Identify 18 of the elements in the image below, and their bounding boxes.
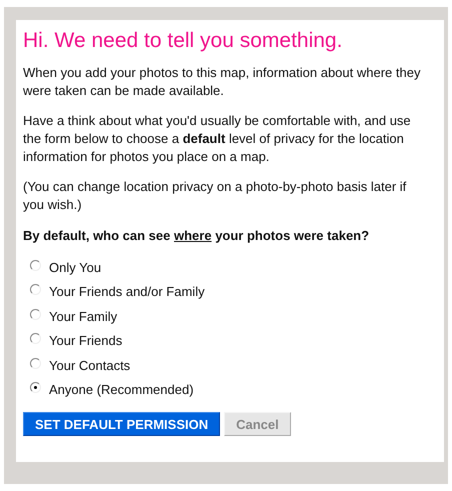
option-label[interactable]: Your Family bbox=[49, 308, 118, 324]
set-permission-button[interactable]: SET DEFAULT PERMISSION bbox=[23, 412, 220, 436]
option-label[interactable]: Your Friends and/or Family bbox=[49, 284, 205, 300]
option-label[interactable]: Only You bbox=[49, 260, 102, 275]
question: By default, who can see where your photos were taken? bbox=[23, 227, 370, 245]
option-label[interactable]: Your Contacts bbox=[49, 358, 130, 373]
option-label[interactable]: Your Friends bbox=[49, 333, 122, 348]
paragraph: Have a think about what you'd usually be comfortable with, and use the form below to choose a default level of privacy for the location information for photos you place on a map. bbox=[23, 112, 412, 166]
paragraph: (You can change location privacy on a photo-by-photo basis later if you wish.) bbox=[23, 178, 408, 214]
radio-button[interactable] bbox=[30, 333, 41, 344]
radio-button[interactable] bbox=[30, 260, 41, 271]
option-label[interactable]: Anyone (Recommended) bbox=[49, 382, 194, 398]
radio-button[interactable] bbox=[30, 284, 41, 296]
radio-button[interactable] bbox=[30, 358, 41, 369]
radio-button[interactable] bbox=[30, 382, 41, 394]
radio-button[interactable] bbox=[30, 308, 41, 320]
paragraph: When you add your photos to this map, information about where they were taken can be made available. bbox=[23, 64, 422, 100]
dialog-title: Hi. We need to tell you something. bbox=[23, 28, 344, 54]
